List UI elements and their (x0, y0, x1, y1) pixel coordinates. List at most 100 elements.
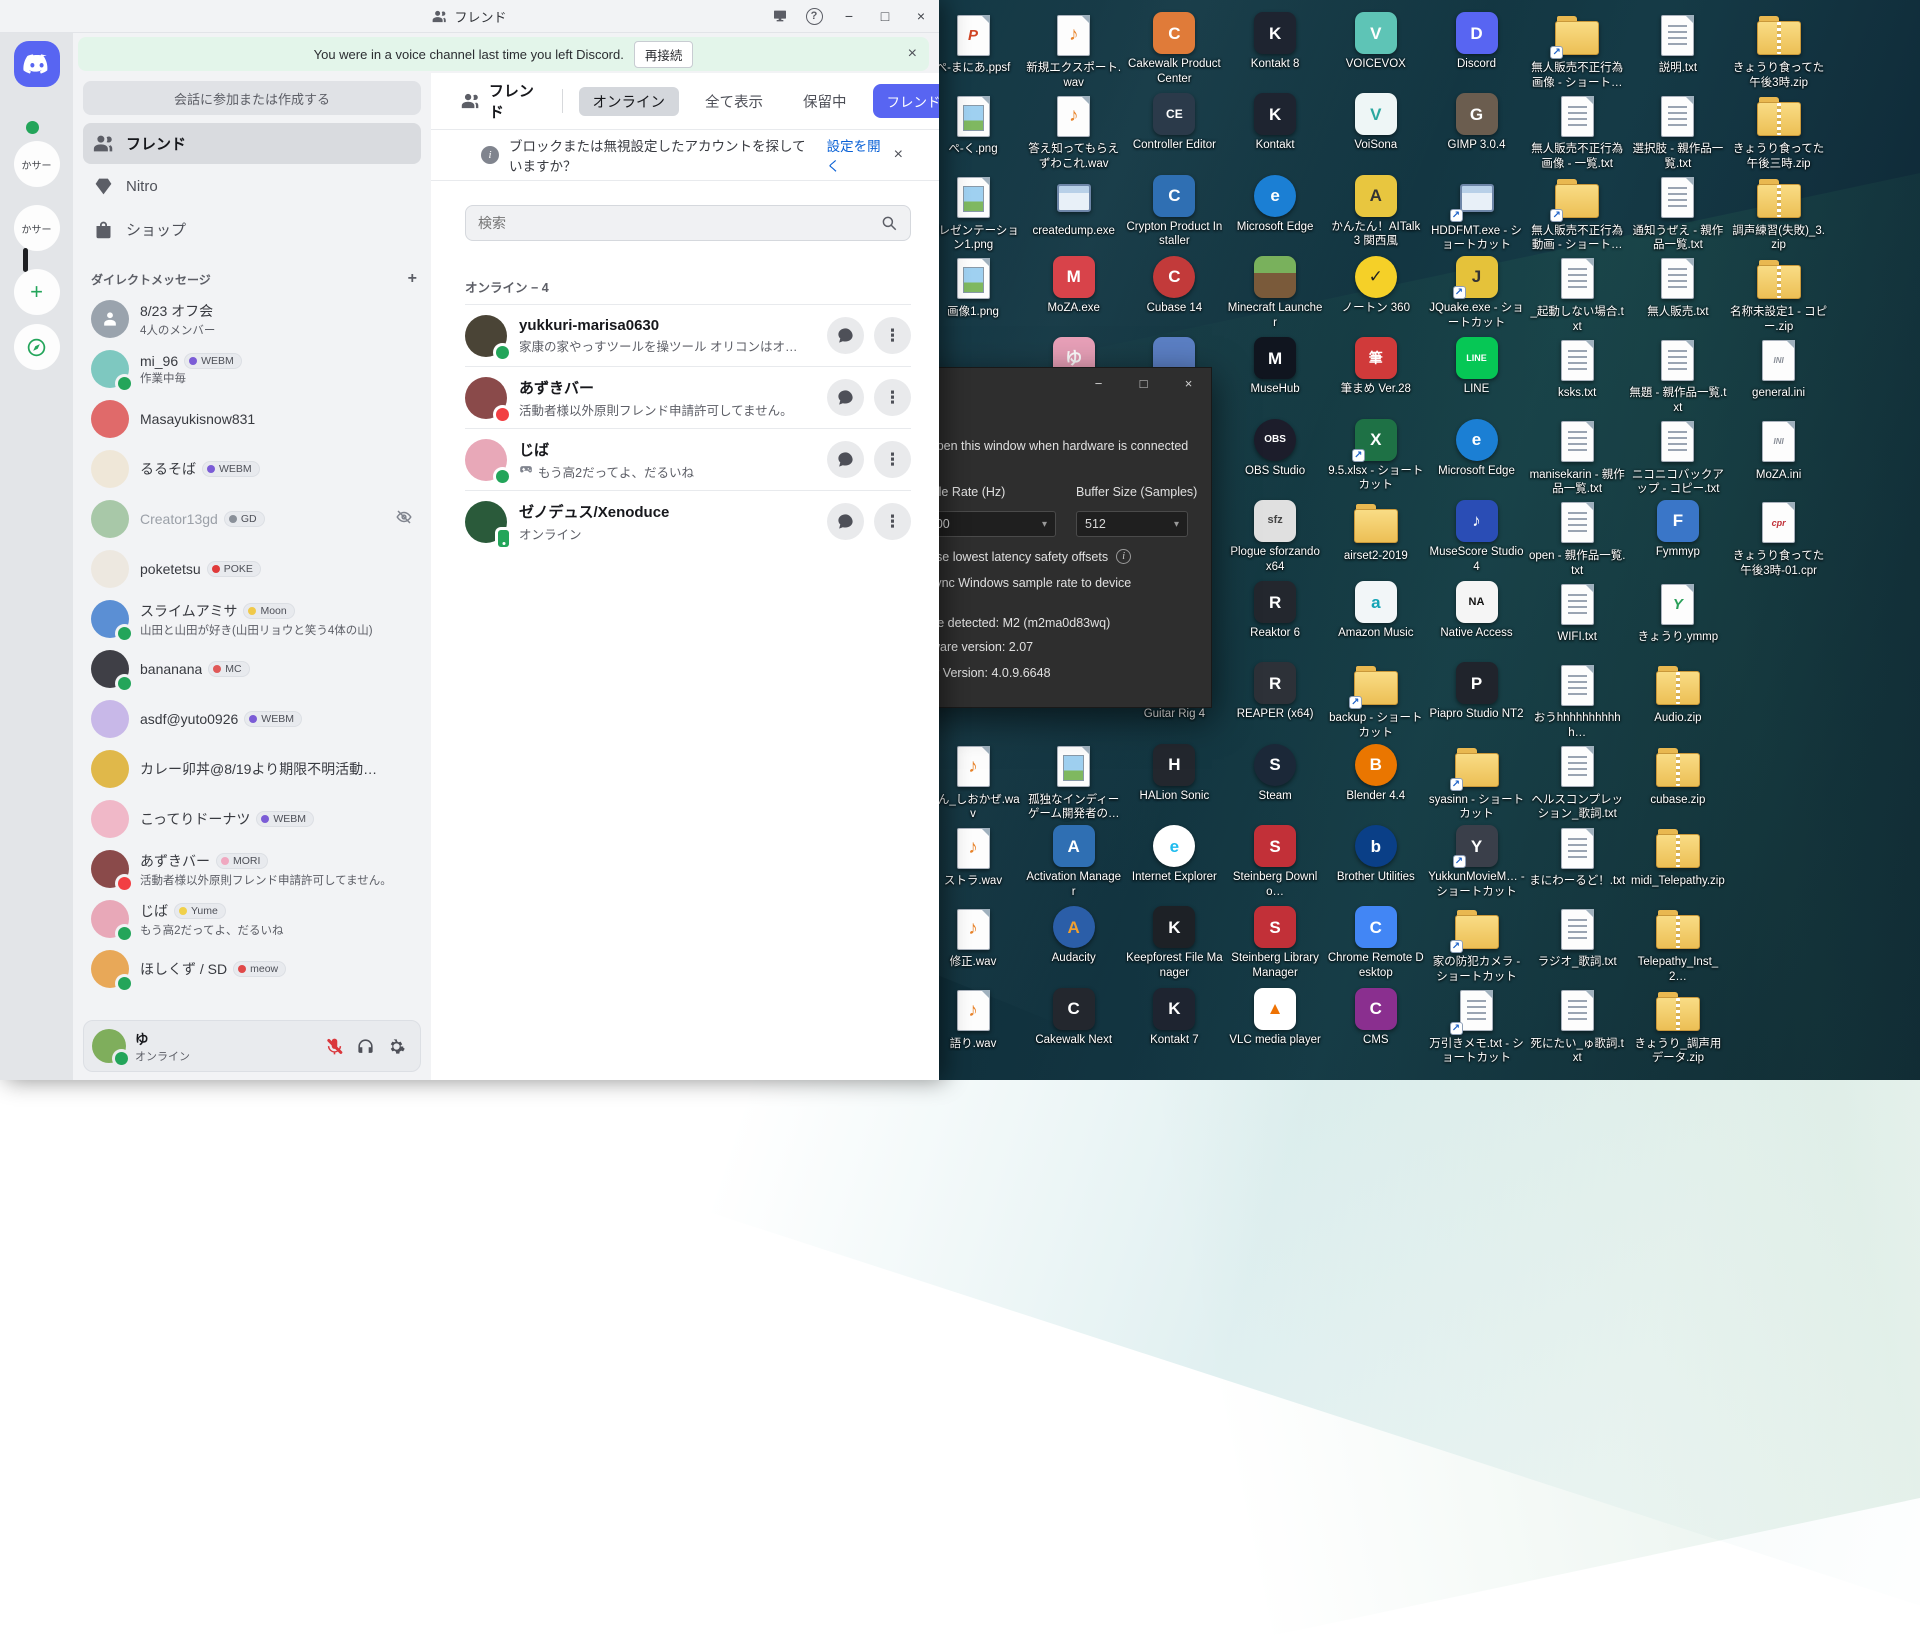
desktop-icon[interactable]: OBSOBS Studio (1225, 419, 1325, 479)
desktop-icon[interactable]: Minecraft Launcher (1225, 256, 1325, 330)
add-friend-button[interactable]: フレンドを追加 (873, 84, 940, 118)
minimize-button[interactable]: − (831, 0, 867, 33)
dm-item[interactable]: こってりドーナツ WEBM (83, 794, 421, 844)
desktop-icon[interactable]: J↗JQuake.exe - ショートカット (1427, 256, 1527, 330)
help-button[interactable]: ? (797, 0, 831, 33)
desktop-icon[interactable]: cubase.zip (1628, 744, 1728, 808)
desktop-icon[interactable]: manisekarin - 親作品一覧.txt (1527, 419, 1627, 497)
dm-item[interactable]: Creator13gd GD (83, 494, 421, 544)
search-input[interactable] (478, 215, 880, 231)
desktop-icon[interactable]: VVoiSona (1326, 93, 1426, 153)
desktop-icon[interactable]: CChrome Remote Desktop (1326, 906, 1426, 980)
tab-online[interactable]: オンライン (579, 87, 680, 116)
notice-close-icon[interactable]: × (894, 146, 903, 164)
desktop-icon[interactable]: eMicrosoft Edge (1427, 419, 1527, 479)
dm-item[interactable]: カレー卯丼@8/19より期限不明活動… (83, 744, 421, 794)
conversation-search-button[interactable]: 会話に参加または作成する (83, 81, 421, 115)
desktop-icon[interactable]: BBlender 4.4 (1326, 744, 1426, 804)
server-icon-text[interactable]: かサー (14, 205, 60, 251)
desktop-icon[interactable]: VVOICEVOX (1326, 12, 1426, 72)
desktop-icon[interactable]: eInternet Explorer (1124, 825, 1224, 885)
mute-mic-button[interactable] (319, 1031, 350, 1062)
server-icon-text[interactable]: かサー (14, 141, 60, 187)
tab-pending[interactable]: 保留中 (789, 87, 861, 116)
desktop-icon[interactable]: FFymmyp (1628, 500, 1728, 560)
desktop-icon[interactable]: RREAPER (x64) (1225, 662, 1325, 722)
desktop-icon[interactable]: _起動しない場合.txt (1527, 256, 1627, 334)
desktop-icon[interactable]: ▲VLC media player (1225, 988, 1325, 1048)
desktop-icon[interactable]: PPiapro Studio NT2 (1427, 662, 1527, 722)
desktop-icon[interactable]: CCrypton Product Installer (1124, 175, 1224, 249)
dm-item[interactable]: るるそば WEBM (83, 444, 421, 494)
tab-all[interactable]: 全て表示 (691, 87, 777, 116)
desktop-icon[interactable]: MMuseHub (1225, 337, 1325, 397)
desktop-icon[interactable]: ラジオ_歌詞.txt (1527, 906, 1627, 970)
open-settings-link[interactable]: 設定を開く (827, 135, 884, 175)
deafen-button[interactable] (350, 1031, 381, 1062)
desktop-icon[interactable]: ↗万引きメモ.txt - ショートカット (1427, 988, 1527, 1066)
message-button[interactable] (827, 441, 864, 478)
desktop-icon[interactable]: CEController Editor (1124, 93, 1224, 153)
dm-item[interactable]: あずきバー MORI 活動者様以外原則フレンド申請許可してません。 (83, 844, 421, 894)
more-button[interactable]: ⋮ (874, 441, 911, 478)
desktop-icon[interactable]: ↗backup - ショートカット (1326, 662, 1426, 740)
desktop-icon[interactable]: まにわーるど！.txt (1527, 825, 1627, 889)
desktop-icon[interactable]: INIMoZA.ini (1729, 419, 1829, 483)
desktop-icon[interactable]: KKontakt (1225, 93, 1325, 153)
desktop-icon[interactable]: INIgeneral.ini (1729, 337, 1829, 401)
dm-item[interactable]: bananana MC (83, 644, 421, 694)
desktop-icon[interactable]: ↗syasinn - ショートカット (1427, 744, 1527, 822)
dm-item[interactable]: スライムアミサ Moon 山田と山田が好き(山田リョウと笑う4体の山) (83, 594, 421, 644)
desktop-icon[interactable]: ↗無人販売不正行為画像 - ショートカッ… (1527, 12, 1627, 90)
desktop-icon[interactable]: GGIMP 3.0.4 (1427, 93, 1527, 153)
more-button[interactable]: ⋮ (874, 317, 911, 354)
avatar[interactable] (92, 1029, 126, 1063)
add-server-button[interactable]: + (14, 269, 60, 315)
desktop-icon[interactable]: 孤独なインディーゲーム開発者の一生… (1024, 744, 1124, 822)
desktop-icon[interactable]: HHALion Sonic (1124, 744, 1224, 804)
dm-item[interactable]: asdf@yuto0926 WEBM (83, 694, 421, 744)
desktop-icon[interactable]: ksks.txt (1527, 337, 1627, 401)
dialog-minimize-button[interactable]: − (1076, 368, 1121, 398)
desktop-icon[interactable]: ↗家の防犯カメラ - ショートカット (1427, 906, 1527, 984)
desktop-icon[interactable]: KKontakt 8 (1225, 12, 1325, 72)
desktop-icon[interactable]: CCubase 14 (1124, 256, 1224, 316)
desktop-icon[interactable]: ♪MuseScore Studio 4 (1427, 500, 1527, 574)
desktop-icon[interactable]: AAudacity (1024, 906, 1124, 966)
friend-row[interactable]: yukkuri-marisa0630 家康の家やっすツールを操ツール オリコンは… (465, 304, 911, 366)
dm-item[interactable]: Masayukisnow831 (83, 394, 421, 444)
desktop-icon[interactable]: 無人販売不正行為画像 - 一覧.txt (1527, 93, 1627, 171)
desktop-icon[interactable]: WIFI.txt (1527, 581, 1627, 645)
desktop-icon[interactable]: NANative Access (1427, 581, 1527, 641)
desktop-icon[interactable]: midi_Telepathy.zip (1628, 825, 1728, 889)
desktop-icon[interactable]: ✓ノートン 360 (1326, 256, 1426, 316)
desktop-icon[interactable]: 選択肢 - 親作品一覧.txt (1628, 93, 1728, 171)
desktop-icon[interactable]: おうhhhhhhhhhhh… (1527, 662, 1627, 740)
desktop-icon[interactable]: RReaktor 6 (1225, 581, 1325, 641)
desktop-icon[interactable]: きょうり_調声用データ.zip (1628, 988, 1728, 1066)
desktop-icon[interactable]: ♪新規エクスポート.wav (1024, 12, 1124, 90)
desktop-icon[interactable]: ♪答え知ってもらえずわこれ.wav (1024, 93, 1124, 171)
desktop-icon[interactable]: 通知うぜえ - 親作品一覧.txt (1628, 175, 1728, 253)
friend-row[interactable]: あずきバー 活動者様以外原則フレンド申請許可してません。 ⋮ (465, 366, 911, 428)
desktop-icon[interactable]: ↗無人販売不正行為動画 - ショートカット (1527, 175, 1627, 253)
desktop-icon[interactable]: きょうり食ってた午後三時.zip (1729, 93, 1829, 171)
buffer-size-select[interactable]: 512▾ (1076, 511, 1188, 537)
desktop-icon[interactable]: Telepathy_Inst_2… (1628, 906, 1728, 984)
desktop-icon[interactable]: 無題 - 親作品一覧.txt (1628, 337, 1728, 415)
desktop-icon[interactable]: 無人販売.txt (1628, 256, 1728, 320)
desktop-icon[interactable]: CCakewalk Next (1024, 988, 1124, 1048)
desktop-icon[interactable]: LINELINE (1427, 337, 1527, 397)
desktop-icon[interactable]: airset2-2019 (1326, 500, 1426, 564)
desktop-icon[interactable]: open - 親作品一覧.txt (1527, 500, 1627, 578)
desktop-icon[interactable]: DDiscord (1427, 12, 1527, 72)
popout-monitor-icon[interactable] (763, 0, 797, 33)
message-button[interactable] (827, 317, 864, 354)
dm-item[interactable]: mi_96 WEBM 作業中毎 (83, 344, 421, 394)
dm-item[interactable]: ほしくず / SD meow (83, 944, 421, 994)
sidebar-item-nitro[interactable]: Nitro (83, 166, 421, 207)
dialog-maximize-button[interactable]: □ (1121, 368, 1166, 398)
dm-item[interactable]: 8/23 オフ会 4人のメンバー (83, 294, 421, 344)
desktop-icon[interactable]: ヘルスコンプレッション_歌詞.txt (1527, 744, 1627, 822)
dm-item[interactable]: poketetsu POKE (83, 544, 421, 594)
